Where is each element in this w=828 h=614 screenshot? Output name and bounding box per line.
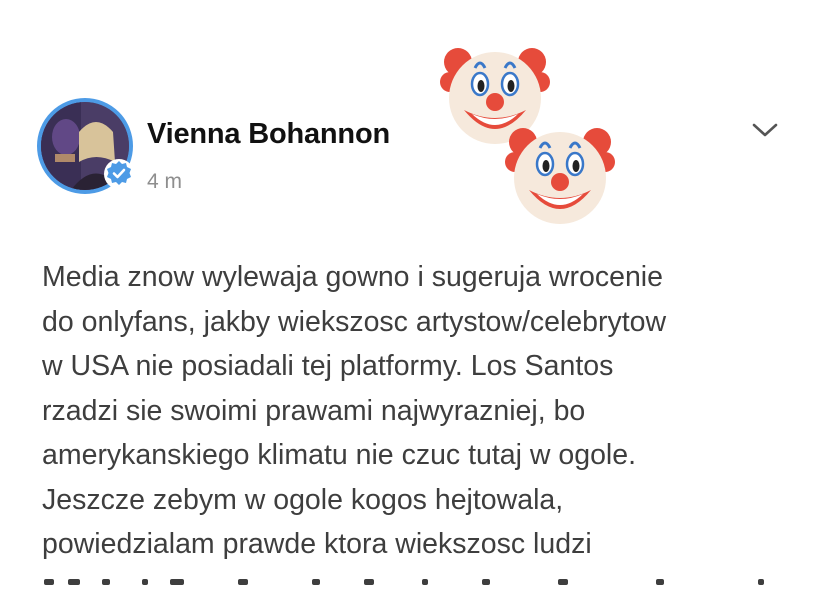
- verified-badge-icon: [104, 159, 134, 189]
- clown-face-icon: [505, 128, 615, 224]
- author-name[interactable]: Vienna Bohannon: [147, 118, 390, 151]
- avatar[interactable]: [37, 98, 134, 194]
- chevron-down-icon[interactable]: [750, 120, 780, 140]
- cut-off-text-line: [44, 579, 764, 585]
- post-timestamp: 4 m: [147, 170, 183, 193]
- post-text: Media znow wylewaja gowno i sugeruja wro…: [42, 261, 667, 560]
